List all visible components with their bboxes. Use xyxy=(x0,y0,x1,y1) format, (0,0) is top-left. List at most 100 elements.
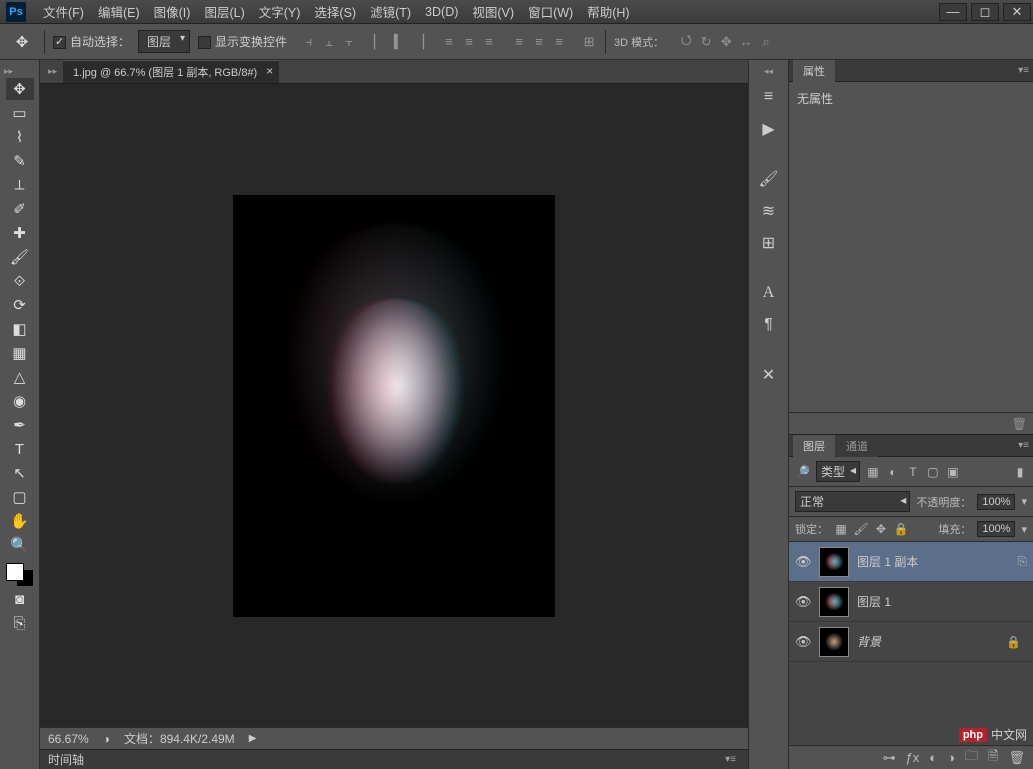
eraser-tool[interactable]: ◧ xyxy=(6,318,34,340)
align-vcenter-icon[interactable]: ⫠ xyxy=(321,34,337,50)
auto-align-icon[interactable]: ⊞ xyxy=(581,34,597,50)
crop-tool[interactable]: ⟂ xyxy=(6,174,34,196)
menu-file[interactable]: 文件(F) xyxy=(36,2,91,21)
auto-select-mode-dropdown[interactable]: 图层 xyxy=(138,30,190,53)
layer-row[interactable]: 👁 背景 🔒 xyxy=(789,622,1033,662)
zoom3d-icon[interactable]: ⌕ xyxy=(758,34,774,50)
dist-right-icon[interactable]: ≡ xyxy=(551,34,567,50)
filter-smart-icon[interactable]: ▣ xyxy=(946,465,960,479)
dist-bottom-icon[interactable]: ≡ xyxy=(481,34,497,50)
window-maximize-button[interactable]: ◻ xyxy=(971,3,999,21)
zoom-tool[interactable]: 🔍 xyxy=(6,534,34,556)
clone-stamp-tool[interactable]: ⟐ xyxy=(6,270,34,292)
properties-menu-icon[interactable]: ▾≡ xyxy=(1018,65,1029,76)
hand-tool[interactable]: ✋ xyxy=(6,510,34,532)
menu-filter[interactable]: 滤镜(T) xyxy=(363,2,418,21)
visibility-icon[interactable]: 👁 xyxy=(795,554,811,570)
toolbox-collapse-icon[interactable]: ▸▸ xyxy=(4,66,13,77)
quickmask-tool[interactable]: ◙ xyxy=(6,588,34,610)
marquee-tool[interactable]: ▭ xyxy=(6,102,34,124)
pan-icon[interactable]: ✥ xyxy=(718,34,734,50)
layer-thumbnail[interactable] xyxy=(819,587,849,617)
document-tab[interactable]: 1.jpg @ 66.7% (图层 1 副本, RGB/8#) xyxy=(63,60,279,83)
blend-mode-dropdown[interactable]: 正常◂ xyxy=(795,491,910,512)
character-panel-icon[interactable]: A xyxy=(757,281,781,305)
move-tool[interactable]: ✥ xyxy=(6,78,34,100)
dock-collapse-icon[interactable]: ◂◂ xyxy=(764,66,773,77)
menu-layer[interactable]: 图层(L) xyxy=(197,2,251,21)
properties-tab[interactable]: 属性 xyxy=(793,60,835,82)
layer-style-icon[interactable]: ƒx xyxy=(906,750,920,765)
show-transform-checkbox[interactable]: 显示变换控件 xyxy=(198,33,287,50)
delete-layer-icon[interactable]: 🗑 xyxy=(1008,750,1025,766)
brush-presets-icon[interactable]: ≋ xyxy=(757,199,781,223)
filter-kind-dropdown[interactable]: 类型◂ xyxy=(816,461,860,482)
layer-name[interactable]: 图层 1 xyxy=(857,593,1027,610)
menu-edit[interactable]: 编辑(E) xyxy=(91,2,147,21)
layer-thumbnail[interactable] xyxy=(819,627,849,657)
align-top-icon[interactable]: ⫞ xyxy=(301,34,317,50)
path-select-tool[interactable]: ↖ xyxy=(6,462,34,484)
link-layers-icon[interactable]: ⊶ xyxy=(883,750,896,766)
layers-tab[interactable]: 图层 xyxy=(793,435,835,457)
pen-tool[interactable]: ✒ xyxy=(6,414,34,436)
timeline-menu-icon[interactable]: ▾≡ xyxy=(725,754,736,765)
dist-hcenter-icon[interactable]: ≡ xyxy=(531,34,547,50)
screenmode-tool[interactable]: ⎘ xyxy=(6,612,34,634)
history-brush-tool[interactable]: ⟳ xyxy=(6,294,34,316)
menu-window[interactable]: 窗口(W) xyxy=(521,2,580,21)
eyedropper-tool[interactable]: ✐ xyxy=(6,198,34,220)
layer-thumbnail[interactable] xyxy=(819,547,849,577)
link-icon[interactable]: ⎘ xyxy=(1017,554,1027,569)
menu-help[interactable]: 帮助(H) xyxy=(580,2,636,21)
text-tool[interactable]: T xyxy=(6,438,34,460)
slide-icon[interactable]: ↔ xyxy=(738,34,754,50)
window-close-button[interactable]: ✕ xyxy=(1003,3,1031,21)
status-arrow-icon[interactable]: ▶ xyxy=(249,733,257,744)
lasso-tool[interactable]: ⌇ xyxy=(6,126,34,148)
visibility-icon[interactable]: 👁 xyxy=(795,634,811,650)
layer-row[interactable]: 👁 图层 1 xyxy=(789,582,1033,622)
lock-position-icon[interactable]: ✥ xyxy=(874,522,888,536)
menu-image[interactable]: 图像(I) xyxy=(147,2,198,21)
lock-all-icon[interactable]: 🔒 xyxy=(894,522,908,536)
layers-menu-icon[interactable]: ▾≡ xyxy=(1018,440,1029,451)
filter-type-icon[interactable]: T xyxy=(906,465,920,479)
filter-search-icon[interactable]: 🔎 xyxy=(795,465,810,479)
trash-icon[interactable]: 🗑 xyxy=(1012,417,1027,431)
brush-panel-icon[interactable]: 🖌 xyxy=(757,167,781,191)
visibility-icon[interactable]: 👁 xyxy=(795,594,811,610)
lock-transparent-icon[interactable]: ▦ xyxy=(834,522,848,536)
quick-select-tool[interactable]: ✎ xyxy=(6,150,34,172)
doc-size-icon[interactable]: ◑ xyxy=(103,732,110,746)
brush-tool[interactable]: 🖌 xyxy=(6,246,34,268)
menu-view[interactable]: 视图(V) xyxy=(465,2,521,21)
filter-pixel-icon[interactable]: ▦ xyxy=(866,465,880,479)
lock-pixels-icon[interactable]: 🖌 xyxy=(854,522,868,536)
filter-adjust-icon[interactable]: ◐ xyxy=(886,465,900,479)
menu-3d[interactable]: 3D(D) xyxy=(418,5,465,19)
align-hcenter-icon[interactable]: ▍ xyxy=(391,34,407,50)
align-left-icon[interactable]: ▏ xyxy=(371,34,387,50)
history-panel-icon[interactable]: ≡ xyxy=(757,85,781,109)
dist-vcenter-icon[interactable]: ≡ xyxy=(461,34,477,50)
clone-source-icon[interactable]: ⊞ xyxy=(757,231,781,255)
layer-name[interactable]: 背景 xyxy=(857,633,998,650)
layer-name[interactable]: 图层 1 副本 xyxy=(857,553,1009,570)
actions-panel-icon[interactable]: ▶ xyxy=(757,117,781,141)
align-bottom-icon[interactable]: ⫟ xyxy=(341,34,357,50)
adjustment-layer-icon[interactable]: ◑ xyxy=(947,750,955,765)
zoom-level[interactable]: 66.67% xyxy=(48,732,89,746)
canvas-viewport[interactable] xyxy=(40,84,748,727)
window-minimize-button[interactable]: — xyxy=(939,3,967,21)
orbit-icon[interactable]: ⭯ xyxy=(678,34,694,50)
fill-field[interactable]: 100% xyxy=(977,521,1015,537)
dist-top-icon[interactable]: ≡ xyxy=(441,34,457,50)
gradient-tool[interactable]: ▦ xyxy=(6,342,34,364)
layer-mask-icon[interactable]: ◐ xyxy=(929,750,937,765)
auto-select-checkbox[interactable]: 自动选择： xyxy=(53,33,130,50)
foreground-color[interactable] xyxy=(6,563,24,581)
roll-icon[interactable]: ↻ xyxy=(698,34,714,50)
new-layer-icon[interactable]: 🗎 xyxy=(988,747,998,769)
filter-toggle-icon[interactable]: ▮ xyxy=(1013,465,1027,479)
